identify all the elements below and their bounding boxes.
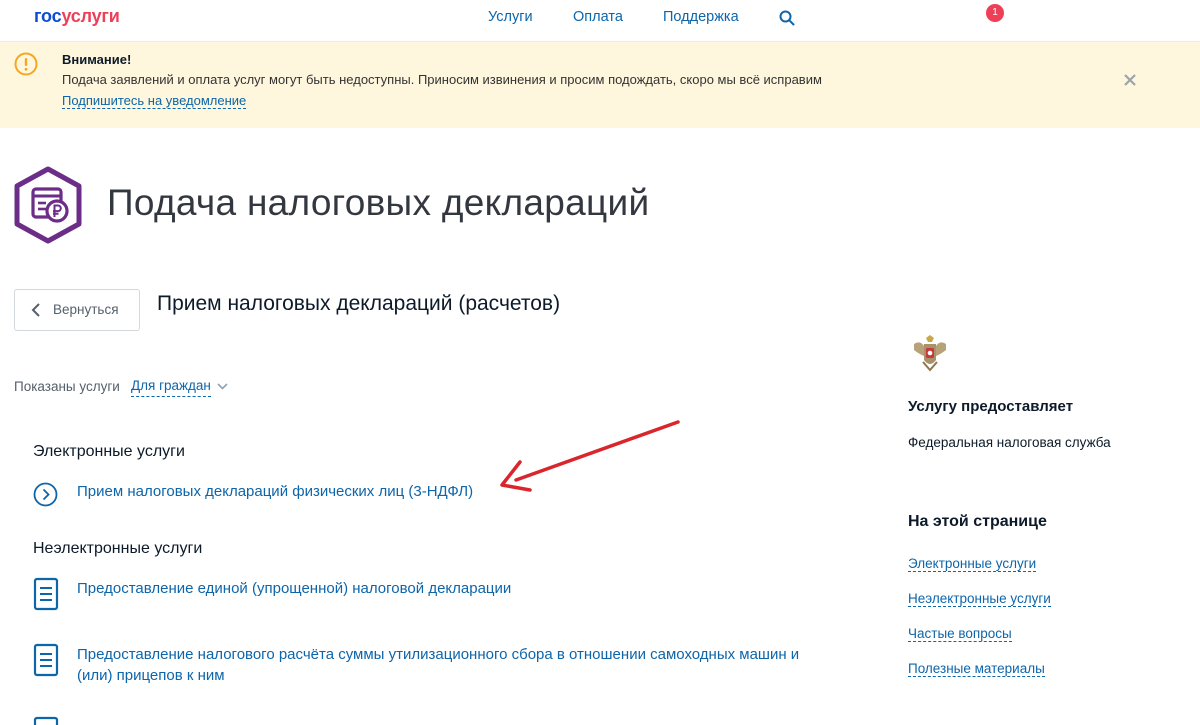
service-link-partial[interactable]	[77, 714, 97, 725]
anchor-non-electronic-services[interactable]: Неэлектронные услуги	[908, 591, 1051, 607]
subscribe-notification-link[interactable]: Подпишитесь на уведомление	[62, 93, 247, 109]
on-this-page-heading: На этой странице	[908, 513, 1047, 530]
provider-heading: Услугу предоставляет	[908, 398, 1074, 415]
audience-filter-dropdown[interactable]: Для граждан	[131, 378, 211, 397]
logo-part-gos: гос	[34, 6, 62, 26]
nav-services[interactable]: Услуги	[488, 9, 533, 25]
service-subtitle: Прием налоговых деклараций (расчетов)	[157, 292, 561, 315]
document-icon	[33, 716, 59, 725]
non-electronic-services-heading: Неэлектронные услуги	[33, 540, 203, 557]
alert-text: Подача заявлений и оплата услуг могут бы…	[62, 72, 822, 87]
chevron-left-icon	[31, 303, 40, 317]
warning-banner: Внимание! Подача заявлений и оплата услу…	[0, 42, 1200, 128]
chevron-down-icon[interactable]	[217, 383, 228, 390]
tax-declaration-icon	[14, 166, 82, 244]
service-link-3ndfl[interactable]: Прием налоговых деклараций физических ли…	[77, 481, 473, 502]
filter-label: Показаны услуги	[14, 379, 120, 394]
document-icon	[33, 577, 59, 611]
search-icon[interactable]	[778, 9, 796, 27]
anchor-useful-materials[interactable]: Полезные материалы	[908, 661, 1045, 677]
back-button-label: Вернуться	[53, 302, 119, 317]
service-link-recycling-fee[interactable]: Предоставление налогового расчёта суммы …	[77, 644, 807, 686]
notification-badge[interactable]: 1	[986, 4, 1004, 22]
nav-payment[interactable]: Оплата	[573, 9, 623, 25]
page-title: Подача налоговых деклараций	[107, 182, 650, 223]
circle-arrow-icon[interactable]	[33, 482, 58, 507]
alert-title: Внимание!	[62, 52, 132, 67]
logo-part-uslugi: услуги	[61, 6, 120, 26]
service-link-unified-declaration[interactable]: Предоставление единой (упрощенной) налог…	[77, 578, 511, 599]
anchor-electronic-services[interactable]: Электронные услуги	[908, 556, 1037, 572]
gosuslugi-logo[interactable]: госуслуги	[34, 6, 120, 27]
document-icon	[33, 643, 59, 677]
provider-name: Федеральная налоговая служба	[908, 435, 1111, 450]
electronic-services-heading: Электронные услуги	[33, 443, 185, 460]
close-icon[interactable]	[1122, 72, 1138, 88]
top-header: госуслуги Услуги Оплата Поддержка 1	[0, 0, 1200, 42]
back-button[interactable]: Вернуться	[14, 289, 140, 331]
nav-support[interactable]: Поддержка	[663, 9, 739, 25]
anchor-faq[interactable]: Частые вопросы	[908, 626, 1012, 642]
warning-icon	[14, 52, 38, 76]
russian-emblem-icon	[914, 335, 946, 372]
annotation-arrow	[500, 420, 680, 492]
